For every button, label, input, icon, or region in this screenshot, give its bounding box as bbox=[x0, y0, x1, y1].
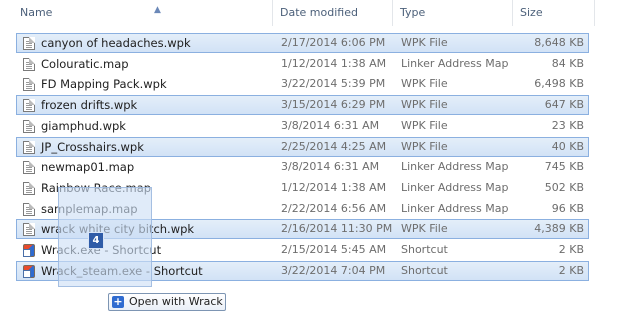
file-icon bbox=[23, 78, 35, 92]
file-icon bbox=[23, 37, 35, 50]
file-date-modified: 3/8/2014 6:31 AM bbox=[281, 160, 380, 174]
shortcut-icon bbox=[23, 244, 35, 257]
file-name: JP_Crosshairs.wpk bbox=[41, 139, 144, 154]
file-type: Shortcut bbox=[401, 243, 448, 256]
file-date-modified: 3/8/2014 6:31 AM bbox=[281, 118, 380, 132]
file-date-modified: 2/17/2014 6:06 PM bbox=[281, 36, 386, 49]
header-size-label: Size bbox=[520, 6, 543, 19]
file-size: 2 KB bbox=[558, 263, 584, 277]
file-type: WPK File bbox=[401, 36, 448, 49]
sort-ascending-icon: ▲ bbox=[154, 5, 161, 15]
drop-tooltip-label: Open with Wrack bbox=[129, 295, 223, 308]
plus-icon: + bbox=[112, 295, 124, 308]
file-icon bbox=[23, 140, 35, 154]
file-size: 745 KB bbox=[544, 160, 584, 174]
file-icon bbox=[23, 99, 35, 113]
column-separator[interactable] bbox=[392, 0, 393, 26]
column-header-bar: Name ▲ Date modified Type Size bbox=[0, 0, 622, 26]
file-type: Linker Address Map bbox=[401, 180, 509, 194]
file-icon bbox=[23, 57, 35, 71]
file-size: 4,389 KB bbox=[534, 222, 584, 236]
header-type-label: Type bbox=[400, 6, 426, 19]
file-date-modified: 2/16/2014 11:30 PM bbox=[281, 222, 393, 236]
file-row[interactable]: JP_Crosshairs.wpk 2/25/2014 4:25 AM WPK Fi… bbox=[16, 136, 589, 157]
file-size: 23 KB bbox=[551, 118, 584, 132]
file-icon bbox=[23, 223, 35, 237]
file-name: FD Mapping Pack.wpk bbox=[41, 77, 167, 92]
header-type[interactable]: Type bbox=[394, 0, 512, 26]
file-icon bbox=[23, 161, 35, 175]
file-icon bbox=[23, 181, 35, 195]
file-name: frozen drifts.wpk bbox=[41, 98, 138, 113]
file-name: giamphud.wpk bbox=[41, 118, 126, 133]
file-row[interactable]: canyon of headaches.wpk 2/17/2014 6:06 PM… bbox=[16, 33, 589, 53]
file-type: WPK File bbox=[401, 77, 448, 91]
file-name: Colouratic.map bbox=[41, 56, 129, 71]
header-size[interactable]: Size bbox=[514, 0, 594, 26]
file-name: newmap01.map bbox=[41, 160, 135, 175]
file-row[interactable]: Colouratic.map 1/12/2014 1:38 AM Linker Ad… bbox=[16, 54, 589, 74]
drop-tooltip: + Open with Wrack bbox=[108, 293, 226, 311]
file-row[interactable]: FD Mapping Pack.wpk 3/22/2014 5:39 PM WPK … bbox=[16, 74, 589, 94]
file-icon bbox=[23, 119, 35, 133]
column-separator[interactable] bbox=[512, 0, 513, 26]
file-type: WPK File bbox=[401, 118, 448, 132]
file-size: 502 KB bbox=[544, 180, 584, 194]
file-date-modified: 3/15/2014 6:29 PM bbox=[281, 98, 386, 112]
header-date-modified[interactable]: Date modified bbox=[274, 0, 392, 26]
file-type: WPK File bbox=[401, 222, 448, 236]
column-separator[interactable] bbox=[272, 0, 273, 26]
header-name[interactable]: Name ▲ bbox=[14, 0, 272, 26]
drag-preview bbox=[58, 187, 152, 287]
file-date-modified: 3/22/2014 5:39 PM bbox=[281, 77, 386, 91]
file-date-modified: 2/25/2014 4:25 AM bbox=[281, 139, 387, 153]
file-row[interactable]: frozen drifts.wpk 3/15/2014 6:29 PM WPK Fi… bbox=[16, 95, 589, 116]
file-date-modified: 2/15/2014 5:45 AM bbox=[281, 243, 387, 256]
file-date-modified: 1/12/2014 1:38 AM bbox=[281, 180, 387, 194]
file-type: WPK File bbox=[401, 139, 448, 153]
file-type: Linker Address Map bbox=[401, 56, 509, 70]
drag-count-badge: 4 bbox=[88, 232, 104, 249]
file-row[interactable]: giamphud.wpk 3/8/2014 6:31 AM WPK File 23 K… bbox=[16, 116, 589, 136]
file-size: 40 KB bbox=[551, 139, 584, 153]
file-size: 84 KB bbox=[551, 56, 584, 70]
column-separator[interactable] bbox=[594, 0, 595, 26]
file-type: WPK File bbox=[401, 98, 448, 112]
file-date-modified: 2/22/2014 6:56 AM bbox=[281, 201, 387, 215]
header-date-label: Date modified bbox=[280, 6, 358, 19]
file-date-modified: 3/22/2014 7:04 PM bbox=[281, 263, 386, 277]
file-size: 647 KB bbox=[544, 98, 584, 112]
file-size: 2 KB bbox=[558, 243, 584, 256]
file-size: 96 KB bbox=[551, 201, 584, 215]
file-name: canyon of headaches.wpk bbox=[41, 36, 191, 50]
file-date-modified: 1/12/2014 1:38 AM bbox=[281, 56, 387, 70]
header-name-label: Name bbox=[20, 6, 53, 19]
file-size: 8,648 KB bbox=[534, 36, 584, 49]
file-type: Linker Address Map bbox=[401, 201, 509, 215]
file-row[interactable]: newmap01.map 3/8/2014 6:31 AM Linker Addre… bbox=[16, 157, 589, 177]
file-type: Linker Address Map bbox=[401, 160, 509, 174]
file-size: 6,498 KB bbox=[534, 77, 584, 91]
file-type: Shortcut bbox=[401, 263, 448, 277]
file-icon bbox=[23, 202, 35, 216]
shortcut-icon bbox=[23, 264, 35, 278]
